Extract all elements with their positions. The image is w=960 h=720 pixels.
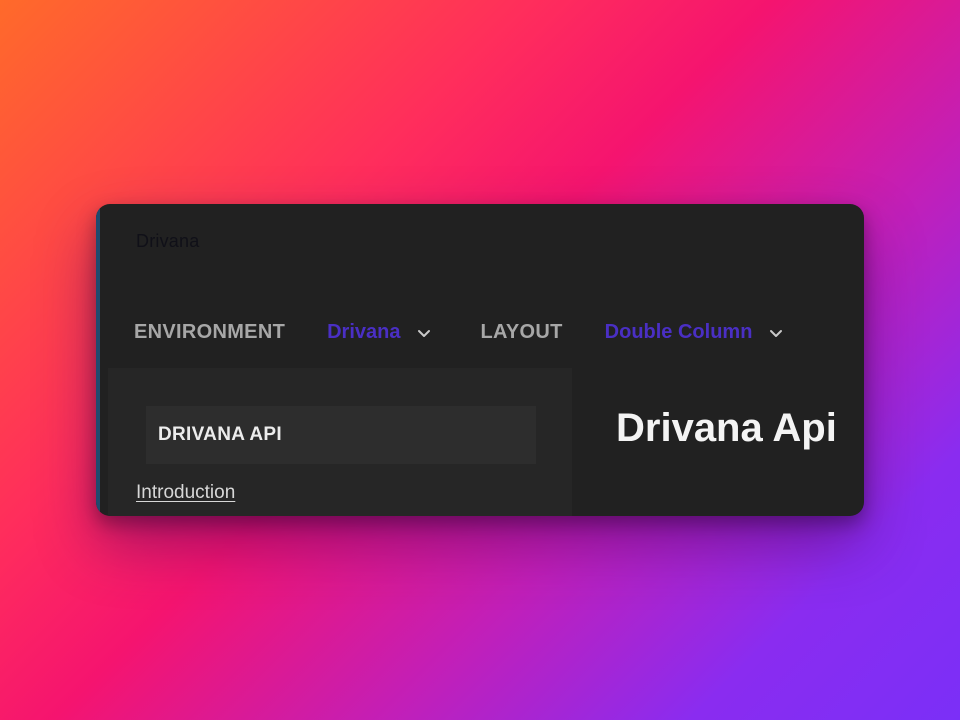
app-window: Drivana ENVIRONMENT Drivana LAYOUT Doubl… bbox=[96, 204, 864, 516]
brand-logo[interactable]: Drivana bbox=[136, 230, 199, 252]
chevron-down-icon bbox=[416, 324, 432, 340]
layout-label: LAYOUT bbox=[480, 320, 563, 343]
environment-label: ENVIRONMENT bbox=[134, 320, 286, 343]
window-accent-edge bbox=[96, 204, 100, 516]
sidebar-item-introduction[interactable]: Introduction bbox=[136, 482, 235, 504]
environment-dropdown-value: Drivana bbox=[327, 320, 401, 343]
sidebar-section-title-text: DRIVANA API bbox=[158, 424, 282, 445]
chevron-down-icon bbox=[768, 324, 784, 340]
brand-logo-text: Drivana bbox=[136, 230, 200, 251]
environment-dropdown[interactable]: Drivana bbox=[327, 321, 432, 344]
layout-dropdown[interactable]: Double Column bbox=[605, 321, 785, 344]
layout-dropdown-value: Double Column bbox=[604, 320, 753, 343]
settings-toolbar: ENVIRONMENT Drivana LAYOUT Double Column bbox=[134, 318, 784, 346]
page-title: Drivana Api bbox=[616, 406, 837, 450]
sidebar-section-title[interactable]: DRIVANA API bbox=[146, 406, 536, 464]
